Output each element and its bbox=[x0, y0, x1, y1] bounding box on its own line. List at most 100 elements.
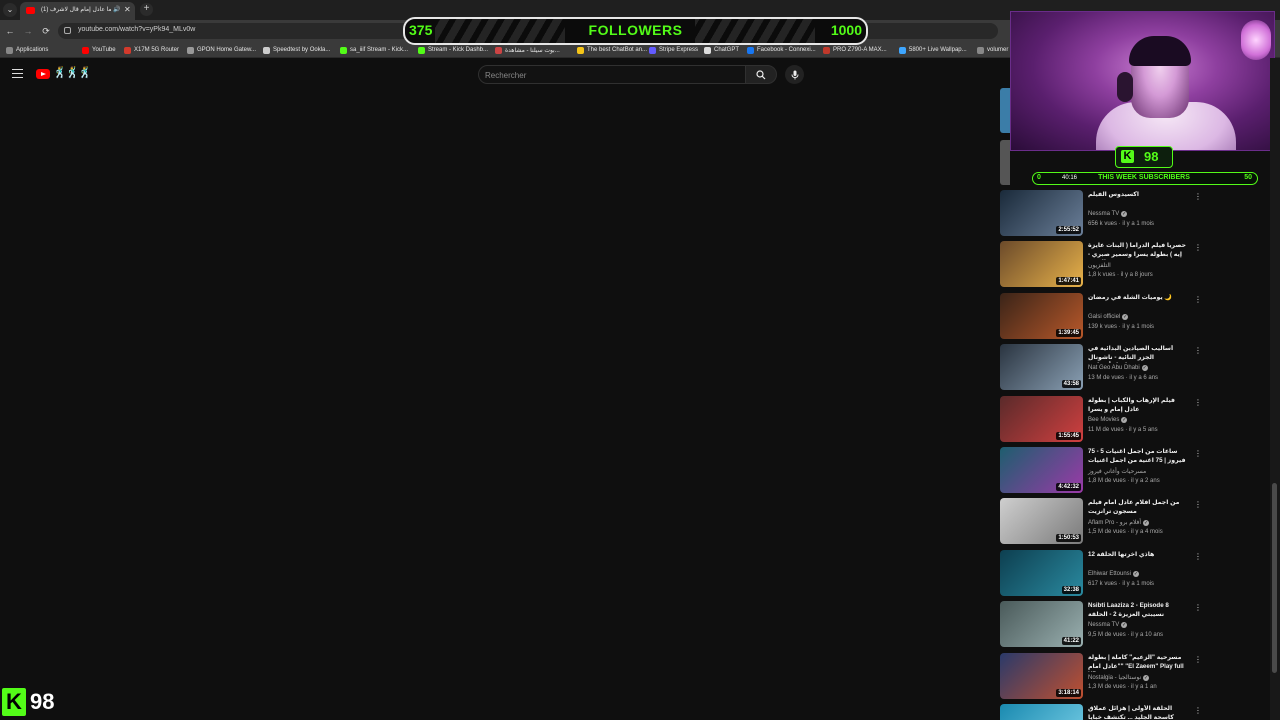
more-actions-icon[interactable]: ⋮ bbox=[1194, 449, 1202, 459]
search-input[interactable] bbox=[485, 69, 735, 81]
tab-search-menu-button[interactable]: ⌄ bbox=[3, 3, 17, 17]
more-actions-icon[interactable]: ⋮ bbox=[1194, 346, 1202, 356]
video-list-item[interactable]: 1:55:45 فيلم الإرهاب والكباب | بطولة عادل… bbox=[1000, 396, 1205, 444]
video-channel[interactable]: Aflam Pro - أفلام برو ✓ bbox=[1088, 519, 1150, 526]
bookmark-item[interactable]: Stripe Express bbox=[649, 45, 698, 55]
more-actions-icon[interactable]: ⋮ bbox=[1194, 655, 1202, 665]
bookmark-item[interactable]: Applications bbox=[6, 45, 48, 55]
more-actions-icon[interactable]: ⋮ bbox=[1194, 706, 1202, 716]
video-thumbnail[interactable] bbox=[1000, 704, 1083, 720]
bookmark-item[interactable]: Stream - Kick Dashb... bbox=[418, 45, 488, 55]
channel-name[interactable]: مسرحيات وأغاني فيروز bbox=[1088, 468, 1146, 475]
video-title[interactable]: من اجمل افلام عادل امام فيلم مسجون ترانز… bbox=[1088, 499, 1188, 516]
video-list-item[interactable]: 41:22 Nsibti Laaziza 2 - Episode 8 نسيبتي… bbox=[1000, 601, 1205, 649]
speaker-icon[interactable]: 🔊 bbox=[113, 6, 120, 13]
search-box[interactable] bbox=[478, 65, 746, 84]
video-list-item[interactable]: 3:18:14 مسرحية "الزعيم" كاملة | بطولة "عا… bbox=[1000, 653, 1205, 701]
youtube-logo-icon[interactable] bbox=[36, 69, 50, 79]
more-actions-icon[interactable]: ⋮ bbox=[1194, 603, 1202, 613]
youtube-doodle-logo[interactable]: 🕺🕺🕺 bbox=[53, 66, 92, 79]
bookmark-item[interactable]: Speedtest by Ookla... bbox=[263, 45, 330, 55]
channel-name[interactable]: Bee Movies bbox=[1088, 417, 1119, 423]
video-list-item[interactable]: 32:38 هاذي اخرتها الحلقة 12 Elhiwar Ettoun… bbox=[1000, 550, 1205, 598]
menu-hamburger-icon[interactable] bbox=[12, 69, 23, 78]
video-thumbnail[interactable]: 1:55:45 bbox=[1000, 396, 1083, 442]
more-actions-icon[interactable]: ⋮ bbox=[1194, 398, 1202, 408]
video-thumbnail[interactable]: 1:47:41 bbox=[1000, 241, 1083, 287]
video-channel[interactable]: Nessma TV ✓ bbox=[1088, 211, 1128, 217]
video-channel[interactable]: Elhiwar Ettounsi ✓ bbox=[1088, 571, 1140, 577]
video-title[interactable]: اكسيدوس الفيلم bbox=[1088, 191, 1188, 200]
video-channel[interactable]: التلفزيون bbox=[1088, 262, 1111, 269]
forward-arrow-icon[interactable]: → bbox=[22, 25, 34, 37]
video-channel[interactable]: Nat Geo Abu Dhabi ✓ bbox=[1088, 365, 1148, 371]
bookmark-item[interactable]: بوت سيلنا - مشاهدة... bbox=[495, 45, 560, 55]
video-title[interactable]: أساليب الصيادين البدائية في الجزر النائي… bbox=[1088, 345, 1188, 363]
video-title[interactable]: الحلقة الأولى | هزائل عملاق كاسحة الجليد… bbox=[1088, 705, 1188, 720]
video-thumbnail[interactable]: 3:18:14 bbox=[1000, 653, 1083, 699]
bookmark-item[interactable]: volumer bbox=[977, 45, 1008, 55]
video-channel[interactable]: Nessma TV ✓ bbox=[1088, 622, 1128, 628]
more-actions-icon[interactable]: ⋮ bbox=[1194, 500, 1202, 510]
video-list-item[interactable]: 43:58 أساليب الصيادين البدائية في الجزر ا… bbox=[1000, 344, 1205, 392]
bookmark-item[interactable]: ChatGPT bbox=[704, 45, 739, 55]
voice-search-button[interactable] bbox=[785, 65, 804, 84]
back-arrow-icon[interactable]: ← bbox=[4, 25, 16, 37]
channel-name[interactable]: Elhiwar Ettounsi bbox=[1088, 571, 1131, 577]
video-list-item[interactable]: الحلقة الأولى | هزائل عملاق كاسحة الجليد… bbox=[1000, 704, 1205, 720]
video-thumbnail[interactable]: 2:55:52 bbox=[1000, 190, 1083, 236]
browser-tab-active[interactable]: (1) لما عادل إمام قال لاشرف 🔊 ✕ bbox=[20, 2, 135, 20]
video-channel[interactable]: Bee Movies ✓ bbox=[1088, 417, 1128, 423]
bookmark-item[interactable]: X17M 5G Router bbox=[124, 45, 179, 55]
tab-close-icon[interactable]: ✕ bbox=[124, 5, 131, 14]
channel-name[interactable]: Nessma TV bbox=[1088, 622, 1119, 628]
bookmark-item[interactable]: YouTube bbox=[82, 45, 116, 55]
bookmark-item[interactable]: The best ChatBot an... bbox=[577, 45, 647, 55]
video-title[interactable]: Nsibti Laaziza 2 - Episode 8 نسيبتي العز… bbox=[1088, 602, 1188, 619]
bookmark-item[interactable]: 5800+ Live Wallpap... bbox=[899, 45, 967, 55]
bookmark-item[interactable]: sa_iiif Stream - Kick... bbox=[340, 45, 408, 55]
video-thumbnail[interactable]: 1:50:53 bbox=[1000, 498, 1083, 544]
more-actions-icon[interactable]: ⋮ bbox=[1194, 295, 1202, 305]
channel-name[interactable]: Aflam Pro - أفلام برو bbox=[1088, 519, 1141, 526]
search-button[interactable] bbox=[745, 65, 777, 84]
video-thumbnail[interactable]: 32:38 bbox=[1000, 550, 1083, 596]
video-title[interactable]: هاذي اخرتها الحلقة 12 bbox=[1088, 551, 1188, 560]
bookmark-item[interactable]: PRO Z790-A MAX... bbox=[823, 45, 887, 55]
video-thumbnail[interactable]: 1:39:45 bbox=[1000, 293, 1083, 339]
new-tab-button[interactable]: + bbox=[140, 3, 153, 16]
video-title[interactable]: يوميات الشلة في رمضان 🌙 bbox=[1088, 294, 1188, 303]
site-info-icon[interactable] bbox=[64, 27, 71, 34]
video-title[interactable]: مسرحية "الزعيم" كاملة | بطولة "عادل امام… bbox=[1088, 654, 1188, 672]
video-channel[interactable]: Galsi officiel ✓ bbox=[1088, 314, 1129, 320]
channel-name[interactable]: Galsi officiel bbox=[1088, 314, 1120, 320]
scrollbar-thumb[interactable] bbox=[1272, 483, 1277, 673]
reload-icon[interactable]: ⟳ bbox=[40, 25, 52, 37]
bookmark-item[interactable]: GPON Home Gatew... bbox=[187, 45, 256, 55]
video-thumbnail[interactable]: 43:58 bbox=[1000, 344, 1083, 390]
page-scrollbar[interactable] bbox=[1270, 58, 1280, 720]
video-thumbnail[interactable]: 41:22 bbox=[1000, 601, 1083, 647]
bookmark-item[interactable]: Facebook - Connexi... bbox=[747, 45, 816, 55]
more-actions-icon[interactable]: ⋮ bbox=[1194, 243, 1202, 253]
video-title[interactable]: 75 - 5 ساعات من اجمل اغنيات فيروز | 75 ا… bbox=[1088, 448, 1188, 466]
video-list-item[interactable]: 1:47:41 حصرياً فيلم الدراما ( البنات عايز… bbox=[1000, 241, 1205, 289]
video-list-item[interactable]: 2:55:52 اكسيدوس الفيلم Nessma TV ✓ 656 k vue… bbox=[1000, 190, 1205, 238]
partial-video-thumbnail[interactable] bbox=[1000, 88, 1010, 133]
channel-name[interactable]: التلفزيون bbox=[1088, 262, 1111, 269]
address-url[interactable]: youtube.com/watch?v=yPk94_MLv0w bbox=[78, 26, 195, 33]
more-actions-icon[interactable]: ⋮ bbox=[1194, 552, 1202, 562]
video-list-item[interactable]: 4:42:32 75 - 5 ساعات من اجمل اغنيات فيروز… bbox=[1000, 447, 1205, 495]
video-title[interactable]: حصرياً فيلم الدراما ( البنات عايزة إيه )… bbox=[1088, 242, 1188, 260]
channel-name[interactable]: Nat Geo Abu Dhabi bbox=[1088, 365, 1140, 371]
partial-video-thumbnail[interactable] bbox=[1000, 140, 1010, 185]
channel-name[interactable]: Nostalgia - نوستالجيا bbox=[1088, 674, 1141, 681]
video-thumbnail[interactable]: 4:42:32 bbox=[1000, 447, 1083, 493]
channel-name[interactable]: Nessma TV bbox=[1088, 211, 1119, 217]
video-channel[interactable]: Nostalgia - نوستالجيا ✓ bbox=[1088, 674, 1150, 681]
more-actions-icon[interactable]: ⋮ bbox=[1194, 192, 1202, 202]
video-list-item[interactable]: 1:39:45 يوميات الشلة في رمضان 🌙 Galsi offi… bbox=[1000, 293, 1205, 341]
video-list-item[interactable]: 1:50:53 من اجمل افلام عادل امام فيلم مسجو… bbox=[1000, 498, 1205, 546]
video-title[interactable]: فيلم الإرهاب والكباب | بطولة عادل إمام و… bbox=[1088, 397, 1188, 414]
video-channel[interactable]: مسرحيات وأغاني فيروز bbox=[1088, 468, 1146, 475]
